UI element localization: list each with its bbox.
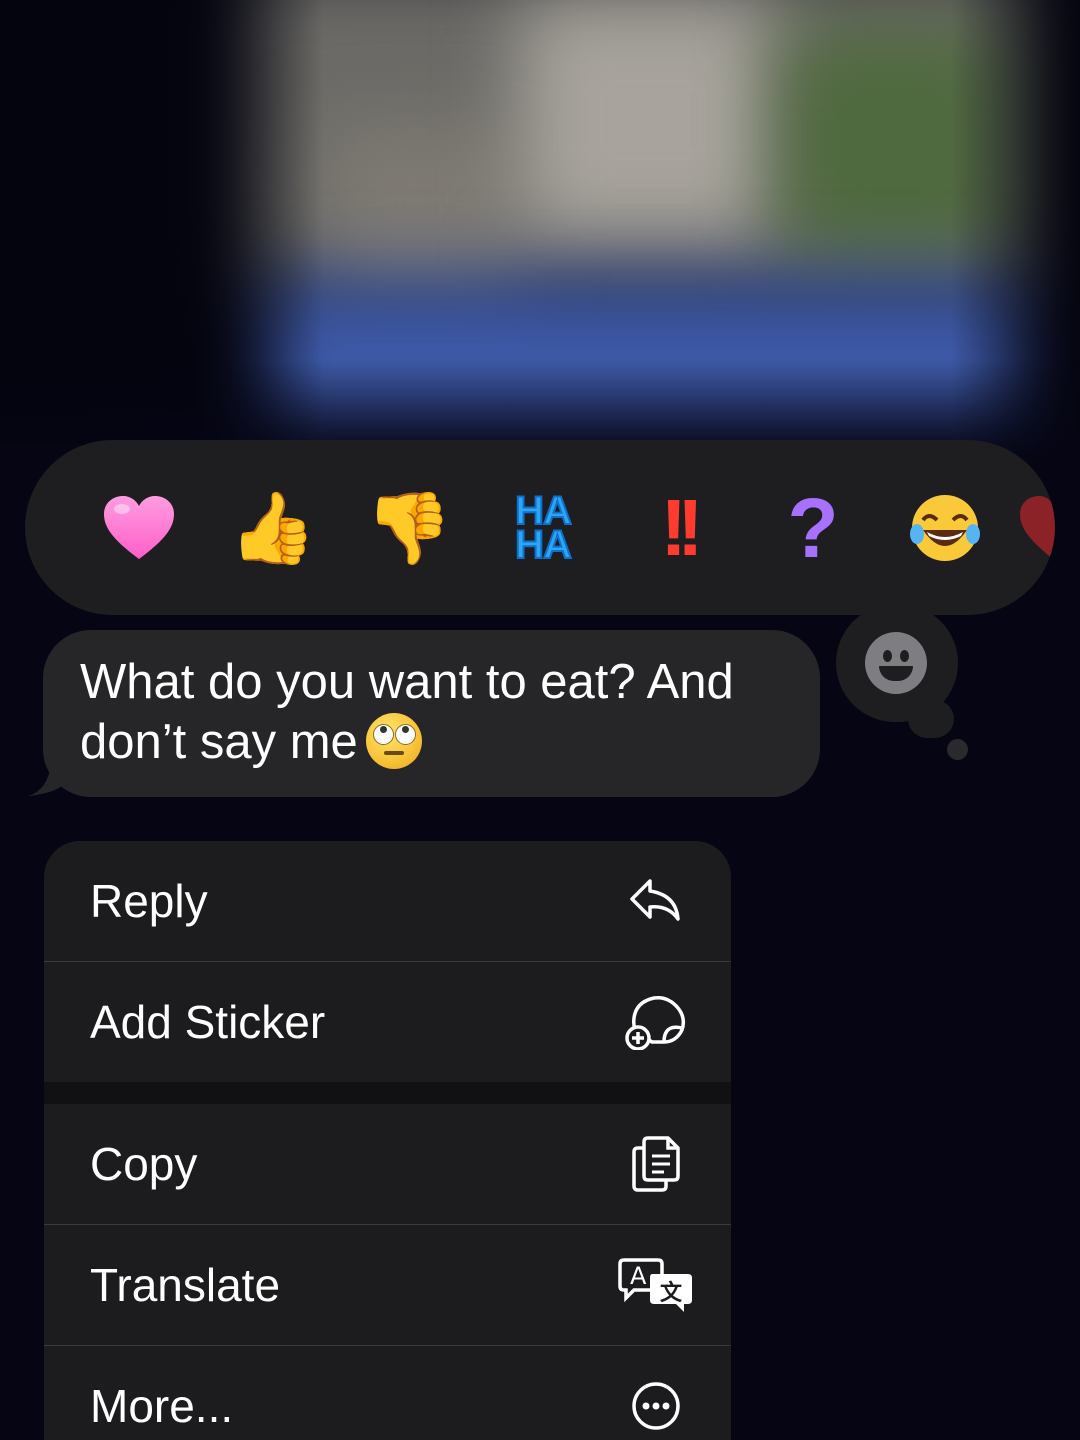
laughing-face-icon [910,495,980,561]
copy-menu-item[interactable]: Copy [44,1104,731,1224]
emoji-bubble-tail [908,700,954,738]
copy-icon [616,1129,696,1199]
question-mark-icon: ? [787,481,839,575]
thumbs-down-reaction-button[interactable]: 👎 [361,478,457,578]
translate-icon: A 文 [616,1250,696,1320]
heart-reaction-button[interactable] [91,478,187,578]
eye-roll-emoji-icon [365,713,422,770]
translate-menu-item[interactable]: Translate A 文 [44,1225,731,1345]
svg-text:文: 文 [660,1280,683,1306]
menu-section-gap [44,1082,731,1104]
reply-label: Reply [90,875,208,927]
smiley-face-icon [865,632,927,694]
add-sticker-label: Add Sticker [90,996,326,1048]
emoji-bubble-dot [947,739,968,760]
add-sticker-menu-item[interactable]: Add Sticker [44,962,731,1082]
reply-arrow-icon [616,866,696,936]
svg-text:A: A [630,1262,647,1290]
tapback-reaction-bar: 👍 👎 HA HA !! ? [25,440,1055,615]
more-label: More... [90,1380,234,1432]
more-emoji-reaction-button[interactable] [1005,478,1055,578]
translate-label: Translate [90,1259,281,1311]
more-ellipsis-icon [616,1371,696,1440]
context-menu: Reply Add Sticker Copy Translate A 文 Mor… [44,841,731,1440]
thumbs-down-icon: 👎 [365,487,453,569]
exclamation-reaction-button[interactable]: !! [629,478,725,578]
heart-icon [104,496,174,559]
question-reaction-button[interactable]: ? [765,478,861,578]
laughing-reaction-button[interactable] [897,478,993,578]
haha-icon: HA HA [514,490,573,567]
more-menu-item[interactable]: More... [44,1346,731,1440]
haha-line-2: HA [514,523,573,567]
thumbs-up-icon: 👍 [229,487,317,569]
thumbs-up-reaction-button[interactable]: 👍 [225,478,321,578]
reply-menu-item[interactable]: Reply [44,841,731,961]
screen: 👍 👎 HA HA !! ? What do you want to eat? … [0,0,1080,1440]
red-heart-icon [1020,496,1055,559]
add-sticker-icon [616,987,696,1057]
haha-reaction-button[interactable]: HA HA [495,478,591,578]
blurred-background-photo [0,0,1080,470]
message-text-container: What do you want to eat? And don’t say m… [80,652,800,773]
double-exclamation-icon: !! [660,483,703,572]
copy-label: Copy [90,1138,198,1190]
